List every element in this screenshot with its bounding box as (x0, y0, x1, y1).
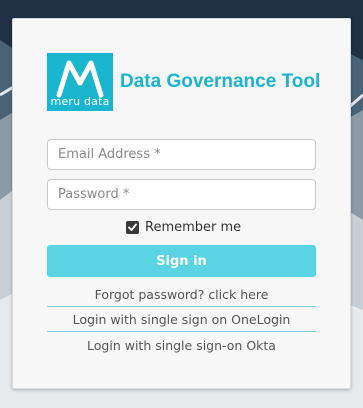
logo-text: meru data (50, 95, 110, 108)
forgot-password-link[interactable]: Forgot password? click here (47, 287, 316, 302)
okta-sso-link[interactable]: Login with single sign-on Okta (47, 338, 316, 353)
app-title: Data Governance Tool (120, 71, 321, 92)
password-input[interactable] (47, 179, 316, 210)
login-card: meru data Data Governance Tool Remember … (12, 18, 351, 389)
remember-me-checkbox[interactable] (126, 220, 139, 234)
onelogin-sso-link[interactable]: Login with single sign on OneLogin (47, 312, 316, 327)
meru-data-logo: meru data (47, 53, 113, 111)
link-divider (47, 306, 316, 307)
remember-me-label: Remember me (145, 219, 242, 235)
sign-in-button[interactable]: Sign in (47, 245, 316, 277)
email-address-input[interactable] (47, 139, 316, 170)
remember-me-control[interactable]: Remember me (126, 218, 241, 236)
link-divider (47, 331, 316, 332)
checkmark-icon (128, 223, 137, 231)
